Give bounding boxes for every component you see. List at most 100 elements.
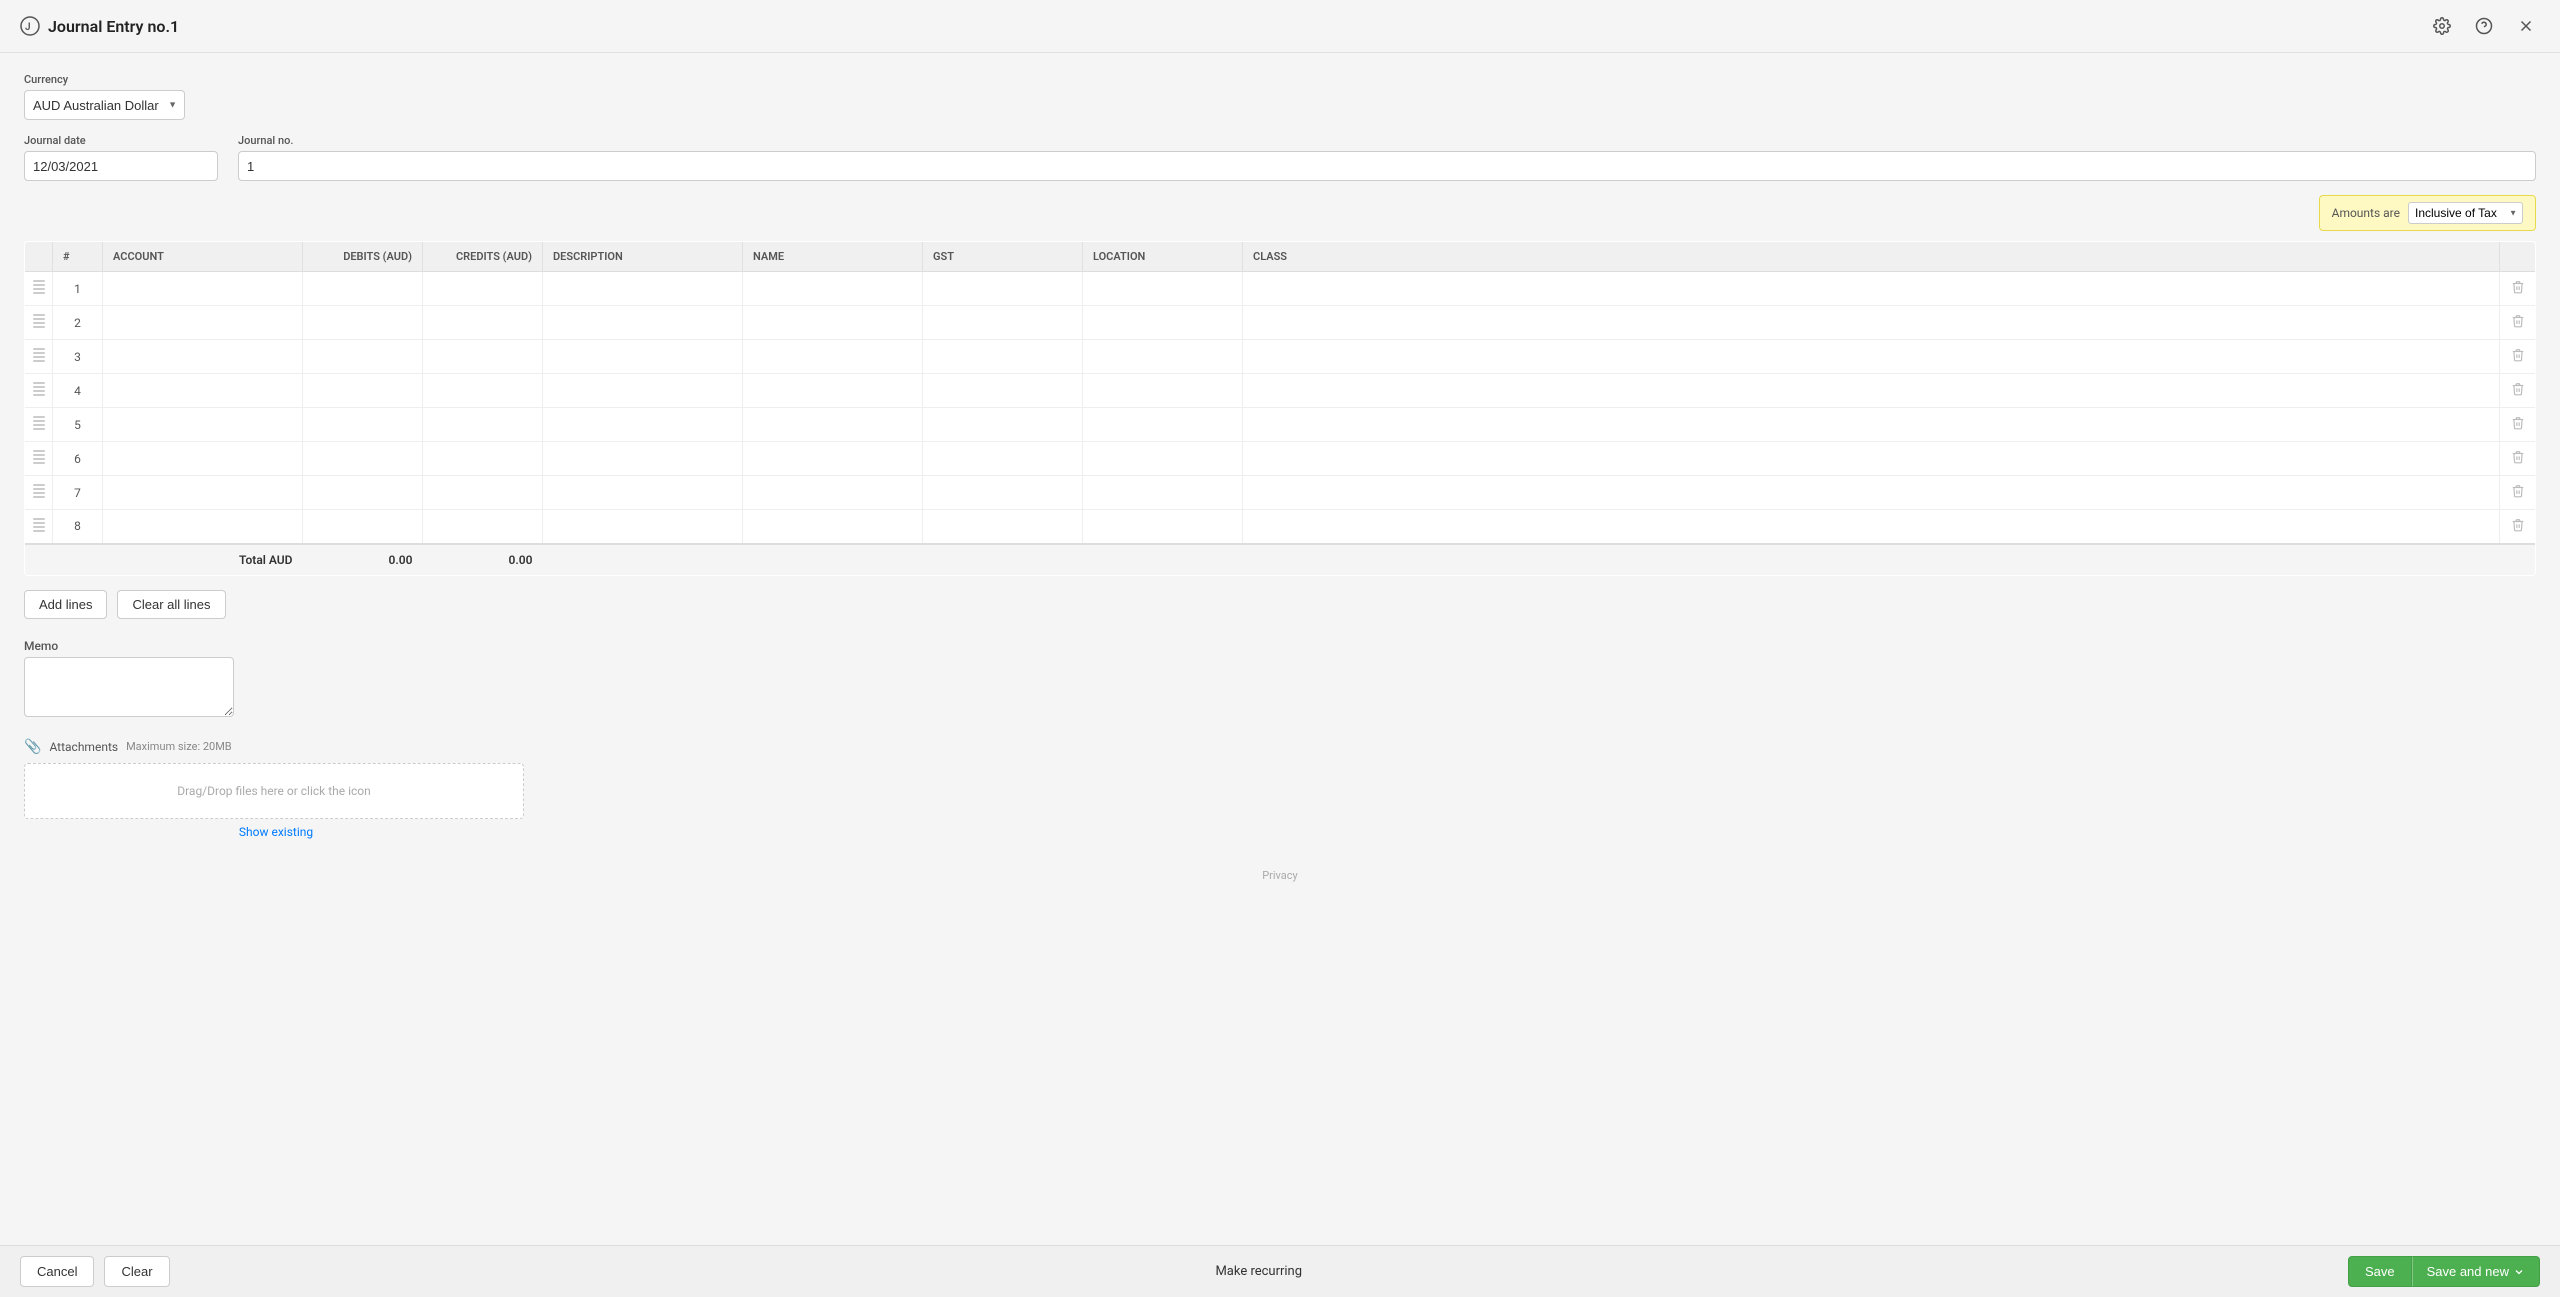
row-location[interactable]: [1083, 408, 1243, 442]
make-recurring-link[interactable]: Make recurring: [1215, 1264, 1302, 1279]
row-class[interactable]: [1243, 306, 2500, 340]
row-debits[interactable]: [303, 476, 423, 510]
row-delete[interactable]: [2500, 306, 2536, 340]
row-description[interactable]: [543, 510, 743, 544]
row-credits[interactable]: [423, 476, 543, 510]
row-delete[interactable]: [2500, 272, 2536, 306]
row-gst[interactable]: [923, 306, 1083, 340]
row-description[interactable]: [543, 476, 743, 510]
row-gst[interactable]: [923, 442, 1083, 476]
row-account[interactable]: [103, 272, 303, 306]
show-existing-link[interactable]: Show existing: [26, 825, 526, 839]
clear-button[interactable]: Clear: [104, 1256, 169, 1287]
row-account[interactable]: [103, 408, 303, 442]
delete-row-button[interactable]: [2507, 412, 2529, 437]
row-name[interactable]: [743, 510, 923, 544]
row-credits[interactable]: [423, 340, 543, 374]
memo-input[interactable]: [24, 657, 234, 717]
row-credits[interactable]: [423, 306, 543, 340]
drag-handle[interactable]: [25, 442, 53, 476]
row-debits[interactable]: [303, 340, 423, 374]
row-class[interactable]: [1243, 408, 2500, 442]
drag-handle[interactable]: [25, 306, 53, 340]
row-gst[interactable]: [923, 408, 1083, 442]
row-account[interactable]: [103, 510, 303, 544]
row-class[interactable]: [1243, 476, 2500, 510]
row-location[interactable]: [1083, 340, 1243, 374]
row-description[interactable]: [543, 272, 743, 306]
row-name[interactable]: [743, 408, 923, 442]
delete-row-button[interactable]: [2507, 310, 2529, 335]
drag-handle[interactable]: [25, 374, 53, 408]
row-location[interactable]: [1083, 476, 1243, 510]
row-class[interactable]: [1243, 374, 2500, 408]
row-credits[interactable]: [423, 510, 543, 544]
delete-row-button[interactable]: [2507, 344, 2529, 369]
row-location[interactable]: [1083, 510, 1243, 544]
row-debits[interactable]: [303, 510, 423, 544]
row-name[interactable]: [743, 476, 923, 510]
row-delete[interactable]: [2500, 374, 2536, 408]
row-class[interactable]: [1243, 442, 2500, 476]
row-gst[interactable]: [923, 374, 1083, 408]
row-class[interactable]: [1243, 272, 2500, 306]
journal-no-input[interactable]: [238, 151, 2536, 181]
drag-handle[interactable]: [25, 408, 53, 442]
delete-row-button[interactable]: [2507, 276, 2529, 301]
row-location[interactable]: [1083, 374, 1243, 408]
row-debits[interactable]: [303, 442, 423, 476]
row-debits[interactable]: [303, 272, 423, 306]
row-gst[interactable]: [923, 510, 1083, 544]
row-gst[interactable]: [923, 340, 1083, 374]
row-name[interactable]: [743, 442, 923, 476]
clear-all-lines-button[interactable]: Clear all lines: [117, 590, 225, 619]
drag-handle[interactable]: [25, 272, 53, 306]
row-debits[interactable]: [303, 374, 423, 408]
delete-row-button[interactable]: [2507, 378, 2529, 403]
row-class[interactable]: [1243, 340, 2500, 374]
row-debits[interactable]: [303, 306, 423, 340]
row-location[interactable]: [1083, 272, 1243, 306]
row-name[interactable]: [743, 340, 923, 374]
amounts-select[interactable]: Inclusive of Tax Exclusive of Tax No Tax: [2408, 202, 2523, 224]
delete-row-button[interactable]: [2507, 514, 2529, 539]
row-delete[interactable]: [2500, 476, 2536, 510]
delete-row-button[interactable]: [2507, 446, 2529, 471]
row-delete[interactable]: [2500, 442, 2536, 476]
row-description[interactable]: [543, 374, 743, 408]
row-delete[interactable]: [2500, 340, 2536, 374]
row-account[interactable]: [103, 442, 303, 476]
row-gst[interactable]: [923, 272, 1083, 306]
row-delete[interactable]: [2500, 408, 2536, 442]
row-name[interactable]: [743, 272, 923, 306]
row-credits[interactable]: [423, 408, 543, 442]
currency-select[interactable]: AUD Australian Dollar USD US Dollar EUR …: [24, 90, 185, 120]
drop-zone[interactable]: Drag/Drop files here or click the icon: [24, 763, 524, 819]
row-credits[interactable]: [423, 374, 543, 408]
close-button[interactable]: [2512, 12, 2540, 40]
row-credits[interactable]: [423, 272, 543, 306]
row-credits[interactable]: [423, 442, 543, 476]
row-account[interactable]: [103, 374, 303, 408]
save-and-new-button[interactable]: Save and new: [2412, 1256, 2540, 1287]
row-gst[interactable]: [923, 476, 1083, 510]
cancel-button[interactable]: Cancel: [20, 1256, 94, 1287]
row-description[interactable]: [543, 340, 743, 374]
delete-row-button[interactable]: [2507, 480, 2529, 505]
save-button[interactable]: Save: [2348, 1256, 2412, 1287]
row-delete[interactable]: [2500, 510, 2536, 544]
help-button[interactable]: [2470, 12, 2498, 40]
row-class[interactable]: [1243, 510, 2500, 544]
row-account[interactable]: [103, 476, 303, 510]
row-account[interactable]: [103, 306, 303, 340]
row-description[interactable]: [543, 306, 743, 340]
row-location[interactable]: [1083, 442, 1243, 476]
drag-handle[interactable]: [25, 476, 53, 510]
row-description[interactable]: [543, 442, 743, 476]
row-name[interactable]: [743, 374, 923, 408]
drag-handle[interactable]: [25, 340, 53, 374]
row-location[interactable]: [1083, 306, 1243, 340]
row-account[interactable]: [103, 340, 303, 374]
row-debits[interactable]: [303, 408, 423, 442]
drag-handle[interactable]: [25, 510, 53, 544]
